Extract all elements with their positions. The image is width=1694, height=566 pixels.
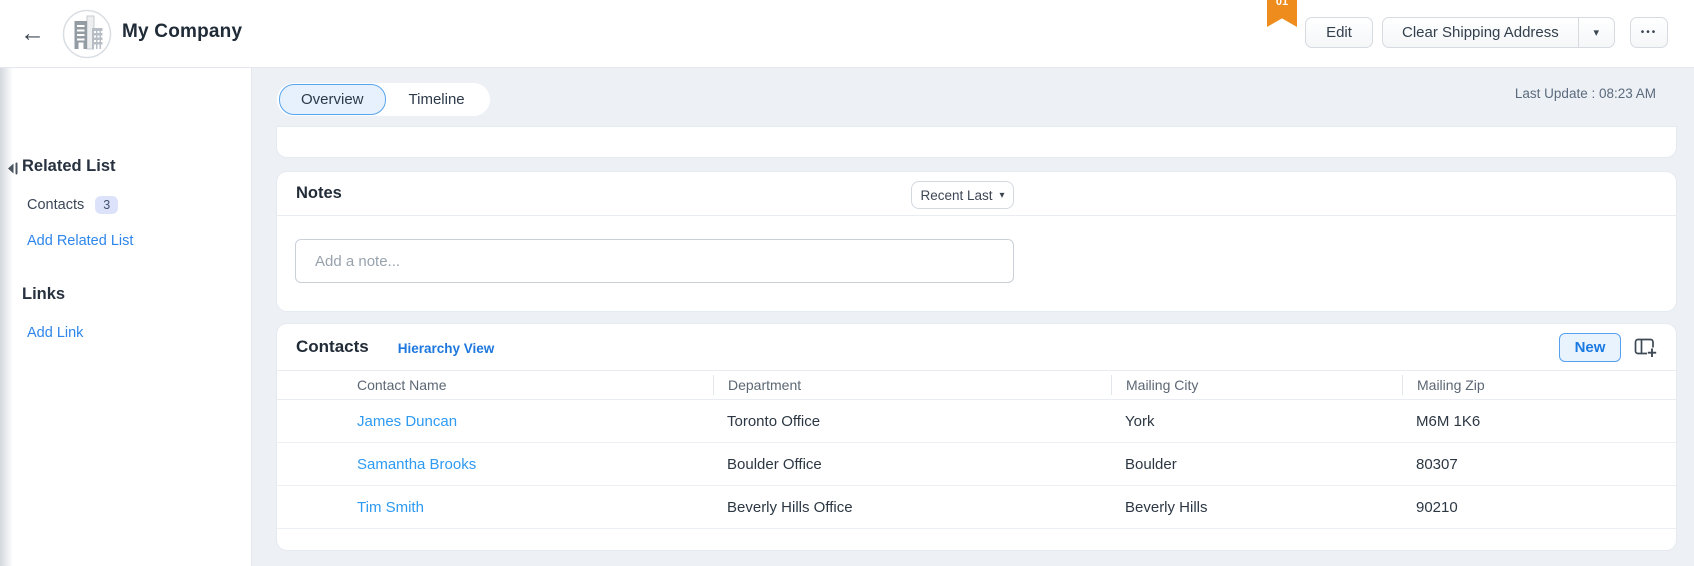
- contacts-card: Contacts Hierarchy View New Contact Name…: [277, 324, 1676, 550]
- add-note-input[interactable]: [295, 239, 1014, 283]
- tab-timeline[interactable]: Timeline: [386, 85, 488, 114]
- sidebar-item-contacts[interactable]: Contacts 3: [27, 196, 118, 214]
- contact-name-link[interactable]: James Duncan: [357, 413, 457, 430]
- mailing-city-cell: York: [1111, 413, 1402, 430]
- crm-record-page: ← My Company 01: [0, 0, 1694, 566]
- contact-name-link[interactable]: Samantha Brooks: [357, 456, 476, 473]
- view-tabs: Overview Timeline: [277, 83, 490, 116]
- mailing-zip-cell: 90210: [1402, 499, 1676, 516]
- top-header: ← My Company 01: [0, 0, 1694, 68]
- column-header: Mailing Zip: [1402, 375, 1676, 395]
- manage-columns-icon[interactable]: [1634, 337, 1657, 358]
- company-avatar-icon: [62, 9, 112, 64]
- clear-shipping-dropdown-toggle[interactable]: ▾: [1578, 18, 1614, 47]
- page-title: My Company: [122, 21, 242, 43]
- contacts-header: Contacts Hierarchy View New: [277, 324, 1676, 370]
- edit-button[interactable]: Edit: [1305, 17, 1373, 48]
- department-cell: Beverly Hills Office: [713, 499, 1111, 516]
- related-list-heading: Related List: [22, 157, 116, 176]
- contacts-item-label: Contacts: [27, 197, 84, 213]
- hierarchy-view-link[interactable]: Hierarchy View: [398, 338, 495, 356]
- links-heading: Links: [22, 285, 65, 304]
- column-header: Mailing City: [1111, 375, 1402, 395]
- column-header: Contact Name: [277, 377, 713, 393]
- clear-shipping-address-button[interactable]: Clear Shipping Address: [1383, 18, 1578, 47]
- caret-down-icon: ▾: [1000, 190, 1005, 201]
- notes-card: Notes Recent Last ▾: [277, 172, 1676, 311]
- contacts-table-header: Contact Name Department Mailing City Mai…: [277, 370, 1676, 400]
- mailing-zip-cell: M6M 1K6: [1402, 413, 1676, 430]
- notes-title: Notes: [296, 184, 342, 203]
- table-row: Samantha Brooks Boulder Office Boulder 8…: [277, 443, 1676, 486]
- record-detail-panel: Overview Timeline Last Update : 08:23 AM…: [252, 68, 1694, 566]
- new-contact-button[interactable]: New: [1559, 333, 1621, 362]
- department-cell: Toronto Office: [713, 413, 1111, 430]
- mailing-city-cell: Beverly Hills: [1111, 499, 1402, 516]
- notes-sort-dropdown[interactable]: Recent Last ▾: [911, 181, 1014, 209]
- add-link-link[interactable]: Add Link: [27, 325, 83, 341]
- table-row: James Duncan Toronto Office York M6M 1K6: [277, 400, 1676, 443]
- back-icon[interactable]: ←: [20, 16, 45, 50]
- related-list-sidebar: Related List Contacts 3 Add Related List…: [0, 68, 252, 566]
- more-actions-button[interactable]: •••: [1630, 17, 1668, 48]
- add-related-list-link[interactable]: Add Related List: [27, 233, 133, 249]
- tab-overview[interactable]: Overview: [279, 84, 386, 115]
- column-header: Department: [713, 375, 1111, 395]
- contacts-title: Contacts: [296, 337, 369, 357]
- previous-section-card: [277, 127, 1676, 157]
- caret-down-icon: ▾: [1594, 26, 1600, 39]
- mailing-zip-cell: 80307: [1402, 456, 1676, 473]
- clear-shipping-split-button: Clear Shipping Address ▾: [1382, 17, 1615, 48]
- last-update-text: Last Update : 08:23 AM: [1515, 86, 1656, 101]
- department-cell: Boulder Office: [713, 456, 1111, 473]
- collapse-sidebar-icon[interactable]: [6, 161, 19, 181]
- mailing-city-cell: Boulder: [1111, 456, 1402, 473]
- contacts-count-badge: 3: [95, 196, 118, 214]
- record-flag-ribbon: 01: [1267, 0, 1297, 27]
- notes-sort-label: Recent Last: [920, 188, 992, 203]
- table-row: Tim Smith Beverly Hills Office Beverly H…: [277, 486, 1676, 529]
- contact-name-link[interactable]: Tim Smith: [357, 499, 424, 516]
